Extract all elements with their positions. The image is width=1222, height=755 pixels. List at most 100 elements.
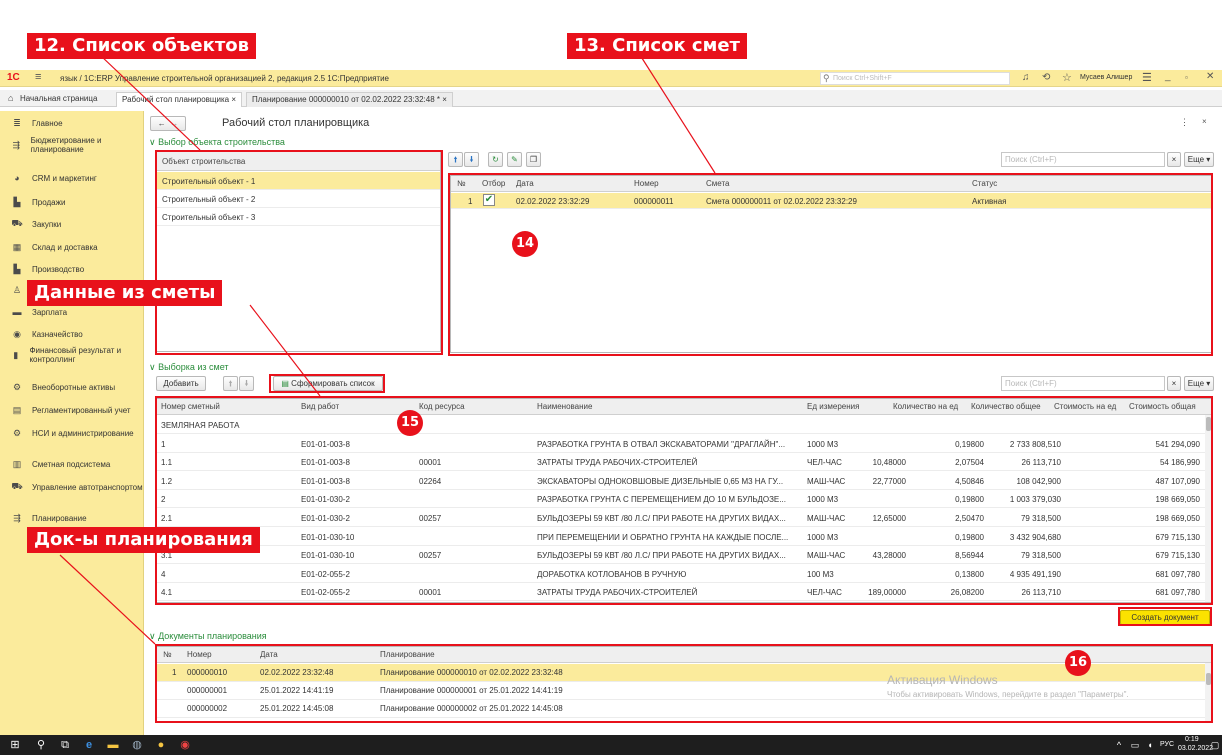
bell-icon[interactable]: ♫ xyxy=(1022,72,1030,83)
table-row[interactable]: 2 E01-01-030-2 РАЗРАБОТКА ГРУНТА С ПЕРЕМЕЩ… xyxy=(157,490,1212,509)
maximize-icon[interactable]: ▫ xyxy=(1185,73,1188,82)
move-down-button[interactable]: 🠛 xyxy=(464,152,479,167)
table-row[interactable]: 1.2 E01-01-003-8 02264 ЭКСКАВАТОРЫ ОДНОКОВШ… xyxy=(157,472,1212,490)
table-row[interactable]: 2.1 E01-01-030-2 00257 БУЛЬДОЗЕРЫ 59 КВТ /8… xyxy=(157,509,1212,527)
windows-start-icon[interactable]: ⊞ xyxy=(8,738,22,752)
table-row[interactable]: 4.1 E01-02-055-2 00001 ЗАТРАТЫ ТРУДА РАБОЧИ… xyxy=(157,583,1212,602)
volume-icon[interactable]: ◖ xyxy=(1143,738,1157,752)
scrollbar[interactable] xyxy=(1205,415,1212,602)
tab-planning-document[interactable]: Планирование 000000010 от 02.02.2022 23:… xyxy=(246,92,453,107)
selection-more-label: Еще xyxy=(1187,379,1205,388)
estimates-more-button[interactable]: Еще ▾ xyxy=(1184,152,1214,167)
table-row[interactable]: Строительный объект - 2 xyxy=(157,190,440,208)
nav-back-forward[interactable]: ← → xyxy=(150,116,186,131)
file-explorer-icon[interactable]: ▬ xyxy=(106,738,120,752)
table-row[interactable]: 1.1 E01-01-003-8 00001 ЗАТРАТЫ ТРУДА РАБОЧИ… xyxy=(157,453,1212,472)
sidebar-item[interactable]: ▦ Склад и доставка xyxy=(0,235,144,259)
main-menu-icon[interactable]: ≡ xyxy=(35,71,41,83)
sidebar-item[interactable]: ⚙ НСИ и администрирование xyxy=(0,421,144,445)
sidebar-item[interactable]: ▮ Финансовый результат и контроллинг xyxy=(0,343,144,367)
table-row[interactable]: Строительный объект - 1 xyxy=(157,172,440,190)
keyboard-layout[interactable]: РУС xyxy=(1160,741,1174,748)
cell-planning: Планирование 000000010 от 02.02.2022 23:… xyxy=(380,668,563,677)
scrollbar-thumb[interactable] xyxy=(1206,673,1211,685)
section-object-header[interactable]: ∨ Выбор объекта строительства xyxy=(149,137,285,148)
estimates-search-input[interactable]: Поиск (Ctrl+F) xyxy=(1001,152,1165,167)
table-row[interactable]: 1 ✔ 02.02.2022 23:32:29 000000011 Смета … xyxy=(451,193,1212,209)
scrollbar[interactable] xyxy=(1205,663,1212,721)
home-icon[interactable]: ⌂ xyxy=(8,93,13,103)
minimize-icon[interactable]: _ xyxy=(1165,71,1171,82)
treasury-icon: ◉ xyxy=(13,328,21,339)
chrome-icon[interactable]: ◉ xyxy=(178,738,192,752)
notifications-icon[interactable]: ▢ xyxy=(1208,738,1222,752)
close-form-icon[interactable]: × xyxy=(1202,117,1207,126)
sidebar-item[interactable]: ⛟ Управление автотранспортом xyxy=(0,475,144,499)
user-name[interactable]: Мусаев Алишер xyxy=(1080,74,1132,81)
crm-icon: ◕ xyxy=(14,173,20,183)
close-icon[interactable]: ✕ xyxy=(1206,71,1214,82)
add-button[interactable]: Добавить xyxy=(156,376,206,391)
selection-search-input[interactable]: Поиск (Ctrl+F) xyxy=(1001,376,1165,391)
cell-qty-per-unit: 43,28000 xyxy=(872,551,906,561)
sidebar-item[interactable]: ◕ CRM и маркетинг xyxy=(0,166,144,190)
section-docs-header[interactable]: ∨ Документы планирования xyxy=(149,631,267,642)
app-icon[interactable]: ◍ xyxy=(130,738,144,752)
table-row[interactable]: Строительный объект - 3 xyxy=(157,208,440,226)
refresh-button[interactable]: ↻ xyxy=(488,152,503,167)
arrow-right-icon[interactable]: → xyxy=(170,119,178,128)
onec-icon[interactable]: ● xyxy=(154,738,168,752)
sidebar-item[interactable]: ≣ Главное xyxy=(0,111,144,135)
sidebar-item[interactable]: ⚙ Внеоборотные активы xyxy=(0,375,144,399)
sidebar-item[interactable]: ▙ Продажи xyxy=(0,190,144,214)
settings-menu-icon[interactable]: ☰ xyxy=(1142,71,1152,84)
sidebar-item[interactable]: ⛟ Закупки xyxy=(0,212,144,236)
sidebar-item[interactable]: ▤ Регламентированный учет xyxy=(0,398,144,422)
cell-number: 000000002 xyxy=(187,704,228,713)
network-icon[interactable]: ▭ xyxy=(1128,738,1142,752)
move-up-button[interactable]: 🠙 xyxy=(223,376,238,391)
arrow-left-icon[interactable]: ← xyxy=(158,119,166,128)
selection-more-button[interactable]: Еще ▾ xyxy=(1184,376,1214,391)
table-row[interactable]: ЗЕМЛЯНАЯ РАБОТА xyxy=(157,416,1212,434)
edge-icon[interactable]: e xyxy=(82,738,96,752)
more-actions-icon[interactable]: ⋮ xyxy=(1180,117,1189,128)
task-view-icon[interactable]: ⧉ xyxy=(58,738,72,752)
cell-date: 02.02.2022 23:32:48 xyxy=(260,668,334,677)
section-estimates-header[interactable]: ∨ Выборка из смет xyxy=(149,362,229,373)
col-cost-per-unit: Стоимость на ед xyxy=(1054,402,1117,411)
sidebar-item[interactable]: ⇶ Бюджетирование и планирование xyxy=(0,133,144,157)
sidebar-item-label: Внеоборотные активы xyxy=(32,382,116,392)
cell-unit: МАШ-ЧАС xyxy=(807,551,846,561)
table-row[interactable]: 3E01-01-030-10ПРИ ПЕРЕМЕЩЕНИИ И ОБРАТНО … xyxy=(157,528,1212,546)
scrollbar-thumb[interactable] xyxy=(1206,417,1211,431)
create-document-button[interactable]: Создать документ xyxy=(1120,610,1210,625)
cell-estimate-number: 4 xyxy=(161,569,166,579)
table-row[interactable]: 1 000000010 02.02.2022 23:32:48 Планиров… xyxy=(157,664,1212,682)
cell-name: ЗАТРАТЫ ТРУДА РАБОЧИХ-СТРОИТЕЛЕЙ xyxy=(537,458,698,468)
selection-search-clear-button[interactable]: × xyxy=(1167,376,1181,391)
sidebar-item-label: Производство xyxy=(32,264,85,274)
form-list-button[interactable]: ▤ Сформировать список xyxy=(273,376,383,391)
search-icon[interactable]: ⚲ xyxy=(34,738,48,752)
history-icon[interactable]: ⟲ xyxy=(1042,72,1050,83)
copy-button[interactable]: ❐ xyxy=(526,152,541,167)
cell-qty-total: 0,19800 xyxy=(955,439,984,449)
tab-home[interactable]: Начальная страница xyxy=(20,94,97,103)
move-up-button[interactable]: 🠙 xyxy=(448,152,463,167)
move-down-button[interactable]: 🠛 xyxy=(239,376,254,391)
table-row[interactable]: 4 E01-02-055-2 ДОРАБОТКА КОТЛОВАНОВ В РУЧН… xyxy=(157,565,1212,583)
select-checkbox[interactable]: ✔ xyxy=(483,194,495,206)
estimates-search-clear-button[interactable]: × xyxy=(1167,152,1181,167)
star-icon[interactable]: ☆ xyxy=(1062,71,1072,84)
sidebar-item-label: НСИ и администрирование xyxy=(32,428,134,438)
edit-button[interactable]: ✎ xyxy=(507,152,522,167)
tray-arrow-icon[interactable]: ^ xyxy=(1112,738,1126,752)
tab-planner-desktop[interactable]: Рабочий стол планировщика × xyxy=(116,92,242,107)
global-search-input[interactable]: ⚲ Поиск Ctrl+Shift+F xyxy=(820,72,1010,85)
table-row[interactable]: 1 E01-01-003-8 РАЗРАБОТКА ГРУНТА В ОТВАЛ Э… xyxy=(157,435,1212,453)
table-row[interactable]: 000000002 25.01.2022 14:45:08 Планирован… xyxy=(157,700,1212,718)
table-row[interactable]: 3.1 E01-01-030-10 00257 БУЛЬДОЗЕРЫ 59 КВТ /… xyxy=(157,546,1212,565)
clock-time[interactable]: 0:19 xyxy=(1185,736,1199,743)
sidebar-item[interactable]: ▥ Сметная подсистема xyxy=(0,452,144,476)
